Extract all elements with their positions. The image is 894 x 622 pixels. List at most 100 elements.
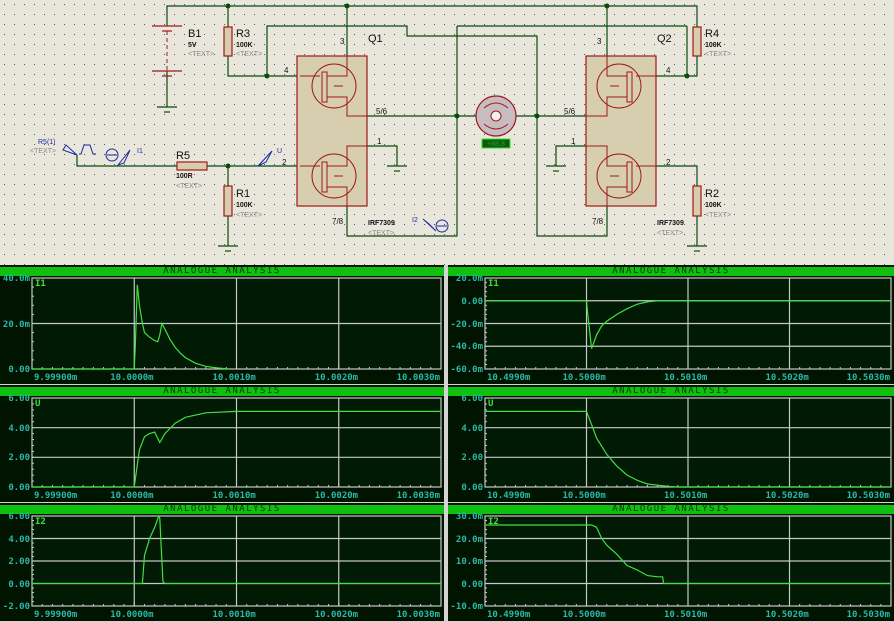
resistor-r4[interactable] <box>692 26 702 57</box>
y-tick-label: 0.00 <box>8 365 30 375</box>
y-tick-label: 0.00 <box>461 579 483 590</box>
plot-area: I2 <box>31 514 442 607</box>
r4-label: R4 <box>705 28 719 40</box>
y-tick-label: 2.00 <box>461 453 483 464</box>
mosfet-q1[interactable] <box>296 55 368 207</box>
r2-value: 100K <box>705 202 722 209</box>
x-tick-label: 10.0010m <box>212 373 256 383</box>
x-tick-label: 10.5000m <box>562 610 606 620</box>
trace-name: U <box>35 399 41 409</box>
r2-text: <TEXT> <box>705 212 731 219</box>
resistor-r5[interactable] <box>176 161 208 171</box>
x-tick-label: 10.0000m <box>110 610 154 620</box>
q2-part: IRF7309 <box>657 220 684 227</box>
y-tick-label: 4.00 <box>8 423 30 434</box>
trace-name: I2 <box>35 517 46 527</box>
y-tick-label: -10.0m <box>450 602 483 612</box>
b1-label: B1 <box>188 28 201 40</box>
q1-pin-78: 7/8 <box>332 217 344 226</box>
x-tick-label: 10.0030m <box>396 610 440 620</box>
probe-i2-label: I2 <box>412 217 418 224</box>
schematic-canvas[interactable]: B1 5V <TEXT> R3 100K <TEXT> R4 100K <TEX… <box>0 0 894 265</box>
resistor-r3[interactable] <box>223 26 233 57</box>
graph-panel[interactable]: ANALOGUE ANALYSIS I2 -10.0m 0.00 10.0m 20.0m 3… <box>448 503 894 621</box>
plot-svg <box>484 277 892 370</box>
x-tick-label: 10.0010m <box>212 610 256 620</box>
graph-panel[interactable]: ANALOGUE ANALYSIS I2 -2.00 0.00 2.00 4.00 6.00… <box>0 503 444 621</box>
graph-title[interactable]: ANALOGUE ANALYSIS <box>448 387 894 396</box>
x-tick-label: 10.0000m <box>110 373 154 383</box>
r3-text: <TEXT> <box>236 51 262 58</box>
resistor-r1[interactable] <box>223 185 233 217</box>
y-tick-label: 10.0m <box>455 557 483 567</box>
probe-i1-label: I1 <box>137 148 143 155</box>
probe-u-label: U <box>277 148 282 155</box>
y-tick-label: 2.00 <box>8 453 30 464</box>
b1-text: <TEXT> <box>188 51 214 58</box>
q2-pin-1: 1 <box>571 137 576 146</box>
y-tick-label: -60.0m <box>450 365 483 375</box>
graph-panel[interactable]: ANALOGUE ANALYSIS U 0.00 2.00 4.00 6.00 10.499… <box>448 385 894 502</box>
r4-text: <TEXT> <box>705 51 731 58</box>
y-tick-label: 20.0m <box>455 534 483 545</box>
q1-pin-2: 2 <box>282 158 287 167</box>
trace-name: I2 <box>488 517 499 527</box>
grid-dots <box>0 0 894 265</box>
x-tick-label: 10.5000m <box>562 373 606 383</box>
graph-panel[interactable]: ANALOGUE ANALYSIS I1 -60.0m -40.0m -20.0m 0.0… <box>448 265 894 384</box>
y-tick-label: 2.00 <box>8 557 30 567</box>
graph-title[interactable]: ANALOGUE ANALYSIS <box>0 387 444 396</box>
x-tick-label: 10.5020m <box>765 610 809 620</box>
q1-text: <TEXT> <box>368 230 394 237</box>
x-tick-label: 10.5010m <box>664 373 708 383</box>
r5-label: R5 <box>176 150 190 162</box>
graph-title[interactable]: ANALOGUE ANALYSIS <box>448 505 894 514</box>
trace-line-i1 <box>32 284 230 370</box>
y-tick-label: 6.00 <box>8 394 30 404</box>
q2-pin-78: 7/8 <box>592 217 604 226</box>
x-tick-label: 10.0030m <box>396 491 440 501</box>
graph-title[interactable]: ANALOGUE ANALYSIS <box>448 267 894 276</box>
r1-label: R1 <box>236 188 250 200</box>
x-tick-label: 10.5010m <box>664 491 708 501</box>
x-tick-label: 9.99900m <box>34 373 78 383</box>
x-tick-label: 10.0000m <box>110 491 154 501</box>
graph-title[interactable]: ANALOGUE ANALYSIS <box>0 505 444 514</box>
r1-value: 100K <box>236 202 253 209</box>
trace-name: U <box>488 399 494 409</box>
mosfet-q2[interactable] <box>585 55 657 207</box>
x-tick-label: 10.5030m <box>846 491 890 501</box>
r5-text: <TEXT> <box>176 183 202 190</box>
plot-svg <box>484 515 892 607</box>
r3-label: R3 <box>236 28 250 40</box>
x-tick-label: 10.5000m <box>562 491 606 501</box>
x-tick-label: 10.5020m <box>765 373 809 383</box>
q2-text: <TEXT> <box>657 230 683 237</box>
graph-title[interactable]: ANALOGUE ANALYSIS <box>0 267 444 276</box>
x-tick-label: 10.0020m <box>314 373 359 383</box>
x-tick-label: 9.99900m <box>34 610 78 620</box>
y-tick-label: 0.00 <box>461 483 483 493</box>
q2-pin-3: 3 <box>597 37 602 46</box>
r4-value: 100K <box>705 42 722 49</box>
x-tick-label: 10.0010m <box>212 491 256 501</box>
x-tick-label: 10.0020m <box>314 610 359 620</box>
x-tick-label: 10.5030m <box>846 610 890 620</box>
trace-name: I1 <box>488 279 499 289</box>
r1-text: <TEXT> <box>236 212 262 219</box>
resistor-r2[interactable] <box>692 185 702 217</box>
y-tick-label: 0.00 <box>461 296 483 307</box>
trace-name: I1 <box>35 279 46 289</box>
graph-panel[interactable]: ANALOGUE ANALYSIS I1 0.00 20.0m 40.0m 9.99900… <box>0 265 444 384</box>
b1-value: 5V <box>188 42 197 49</box>
graph-panel[interactable]: ANALOGUE ANALYSIS U 0.00 2.00 4.00 6.00 9.9990… <box>0 385 444 502</box>
plot-svg <box>31 277 442 370</box>
motor[interactable] <box>475 95 517 137</box>
q1-part: IRF7309 <box>368 220 395 227</box>
y-tick-label: 6.00 <box>461 394 483 404</box>
y-tick-label: -40.0m <box>450 342 483 353</box>
q1-pin-1: 1 <box>377 137 382 146</box>
generator-text: <TEXT> <box>30 148 56 155</box>
q2-label: Q2 <box>657 33 672 45</box>
q1-label: Q1 <box>368 33 383 45</box>
